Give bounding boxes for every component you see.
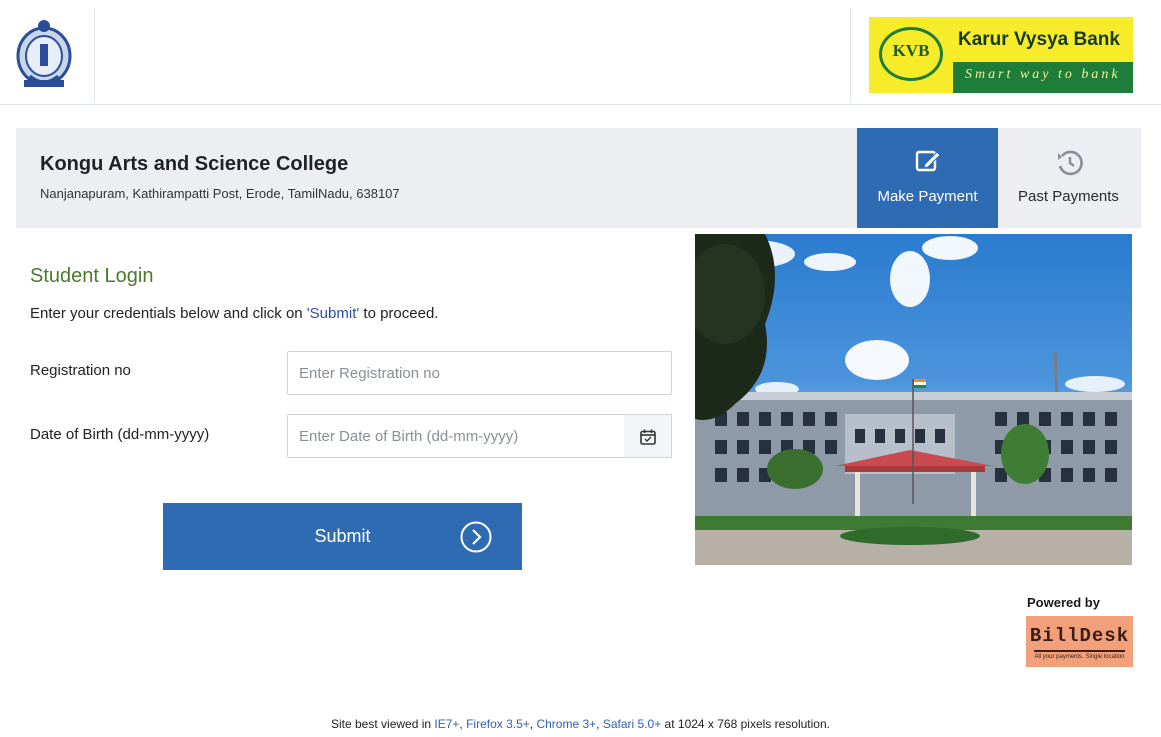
college-emblem-icon: [16, 20, 72, 87]
kvb-name: Karur Vysya Bank: [958, 29, 1120, 50]
tab-make-payment-label: Make Payment: [877, 188, 978, 205]
footer-sep: ,: [596, 717, 603, 731]
footer-prefix: Site best viewed in: [331, 717, 435, 731]
kvb-abbr: KVB: [892, 41, 930, 60]
college-name: Kongu Arts and Science College: [40, 153, 349, 175]
kvb-logo: KVB Karur Vysya Bank Smart way to bank: [869, 17, 1133, 93]
billdesk-tagline: All your payments. Single location: [1034, 654, 1125, 660]
college-building-photo: [695, 234, 1132, 565]
submit-button[interactable]: Submit: [163, 503, 522, 570]
registration-label: Registration no: [30, 362, 131, 379]
dob-input[interactable]: [287, 414, 625, 458]
kvb-tagline: Smart way to bank: [965, 67, 1121, 82]
login-title: Student Login: [30, 265, 154, 287]
calendar-icon: [640, 429, 656, 445]
college-bar: Kongu Arts and Science College Nanjanapu…: [16, 128, 1141, 228]
footer-link-firefox[interactable]: Firefox 3.5+: [466, 717, 530, 731]
bank-logo-cell: KVB Karur Vysya Bank Smart way to bank: [850, 8, 1161, 102]
powered-by-label: Powered by: [1027, 595, 1100, 610]
instruction-submit-word: 'Submit': [306, 305, 360, 322]
billdesk-name: BillDesk: [1029, 625, 1130, 647]
instruction-text-before: Enter your credentials below and click o…: [30, 305, 307, 322]
footer-suffix: at 1024 x 768 pixels resolution.: [661, 717, 830, 731]
footer-link-safari[interactable]: Safari 5.0+: [603, 717, 661, 731]
edit-icon: [915, 150, 941, 172]
college-building-image: [695, 234, 1132, 565]
college-logo-cell: [0, 8, 95, 102]
footer-note: Site best viewed in IE7+, Firefox 3.5+, …: [0, 717, 1161, 731]
login-instruction: Enter your credentials below and click o…: [30, 305, 438, 322]
tab-past-payments[interactable]: Past Payments: [998, 128, 1139, 228]
history-icon: [1058, 150, 1083, 176]
arrow-right-circle-icon: [460, 521, 492, 553]
registration-input[interactable]: [287, 351, 672, 395]
tab-make-payment[interactable]: Make Payment: [857, 128, 998, 228]
billdesk-underline: [1034, 650, 1125, 652]
footer-link-ie[interactable]: IE7+: [434, 717, 459, 731]
top-header: KVB Karur Vysya Bank Smart way to bank: [0, 0, 1161, 105]
tab-past-payments-label: Past Payments: [1018, 188, 1119, 205]
instruction-text-after: to proceed.: [359, 305, 439, 322]
footer-link-chrome[interactable]: Chrome 3+: [536, 717, 596, 731]
dob-label: Date of Birth (dd-mm-yyyy): [30, 426, 210, 443]
calendar-button[interactable]: [624, 414, 672, 458]
college-address: Nanjanapuram, Kathirampatti Post, Erode,…: [40, 186, 400, 201]
billdesk-logo: BillDesk All your payments. Single locat…: [1026, 616, 1133, 667]
